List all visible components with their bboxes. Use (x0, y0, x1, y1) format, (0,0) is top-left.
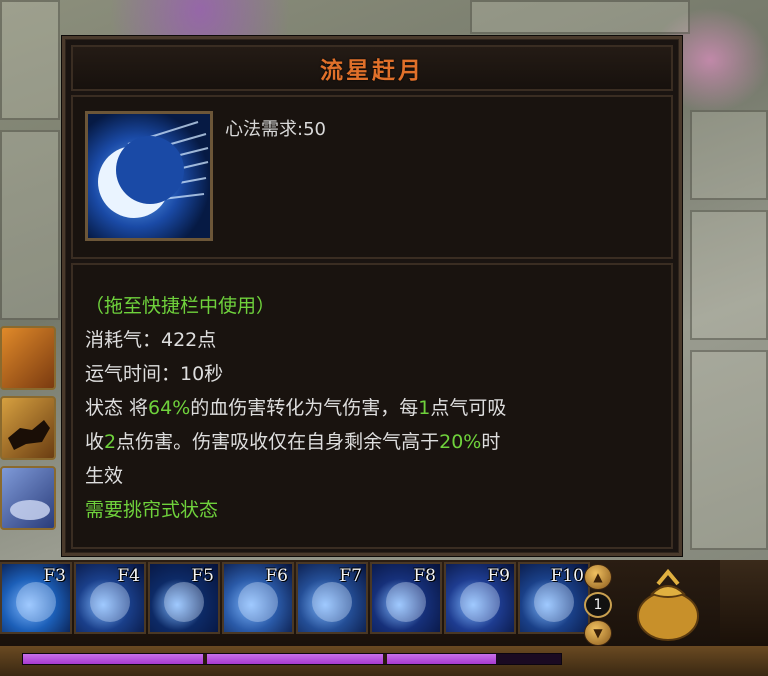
comet-icon (460, 582, 500, 622)
hotbar-key-label: F5 (191, 566, 214, 586)
hotbar-right-ornament (720, 560, 768, 646)
hotbar-key-label: F7 (339, 566, 362, 586)
status-percent: 64% (148, 397, 191, 419)
side-skill-hand-icon[interactable] (0, 466, 56, 530)
floor-tile (470, 0, 690, 34)
hotbar-slot-f9[interactable]: F9 (444, 562, 516, 634)
floor-tile (690, 210, 768, 340)
hotbar-slot-f8[interactable]: F8 (370, 562, 442, 634)
crescent-moon-icon (85, 111, 213, 241)
hotbar-slot-f3[interactable]: F3 (0, 562, 72, 634)
requirement-text: 心法需求:50 (225, 119, 326, 140)
hotbar-slot-f6[interactable]: F6 (222, 562, 294, 634)
hotbar-page-control: ▲ 1 ▼ (582, 562, 614, 646)
page-down-button[interactable]: ▼ (584, 620, 612, 646)
status-text: 点伤害。伤害吸收仅在自身剩余气高于 (116, 431, 440, 453)
hotbar-key-label: F10 (550, 566, 584, 586)
status-percent: 20% (439, 431, 482, 453)
mana-bar (22, 653, 562, 665)
cast-time-line: 运气时间：10秒 (85, 363, 224, 385)
floor-tile (690, 110, 768, 200)
status-text: 时 (481, 431, 501, 453)
skill-tooltip: 流星赶月 心法需求:50 （拖至快捷栏中使用） 消耗气：422点 运气时间：10… (62, 36, 682, 556)
crescent-moon-icon (16, 582, 56, 622)
status-line-1: 状态 将64%的血伤害转化为气伤害，每1点气可吸 (85, 391, 657, 425)
lightning-sword-icon (238, 582, 278, 622)
usage-hint: （拖至快捷栏中使用） (85, 295, 276, 317)
floor-tile (0, 130, 60, 320)
floor-tile (0, 0, 60, 120)
pointing-finger-icon (312, 582, 352, 622)
hotbar-key-label: F3 (43, 566, 66, 586)
stance-requirement: 需要挑帘式状态 (85, 499, 219, 521)
status-text: 的血伤害转化为气伤害，每 (190, 397, 419, 419)
hotbar-key-label: F9 (487, 566, 510, 586)
cost-line: 消耗气：422点 (85, 329, 217, 351)
tooltip-header-panel: 心法需求:50 (71, 95, 673, 259)
energy-burst-icon (386, 582, 426, 622)
skill-title: 流星赶月 (320, 57, 424, 84)
status-text: 点气可吸 (430, 397, 507, 419)
mana-bar-divider (203, 654, 207, 664)
blue-orb-icon (164, 582, 204, 622)
status-number: 2 (104, 431, 117, 453)
mana-bar-fill (23, 654, 497, 664)
hotbar-page-number: 1 (584, 592, 612, 618)
status-number: 1 (418, 397, 431, 419)
hotbar-slot-f7[interactable]: F7 (296, 562, 368, 634)
hotbar-key-label: F6 (265, 566, 288, 586)
page-up-button[interactable]: ▲ (584, 564, 612, 590)
spirit-figure-icon (534, 582, 574, 622)
hotbar-key-label: F4 (117, 566, 140, 586)
tooltip-description-panel: （拖至快捷栏中使用） 消耗气：422点 运气时间：10秒 状态 将64%的血伤害… (71, 263, 673, 549)
hotbar-slot-f5[interactable]: F5 (148, 562, 220, 634)
status-line-3: 生效 (85, 465, 124, 487)
skill-hotbar: F3 F4 F5 F6 F7 F8 F9 F10 ▲ 1 ▼ (0, 560, 768, 676)
hotbar-key-label: F8 (413, 566, 436, 586)
status-text: 状态 将 (85, 397, 149, 419)
status-text: 收 (85, 431, 105, 453)
mana-bar-divider (383, 654, 387, 664)
tooltip-title-bar: 流星赶月 (71, 45, 673, 91)
warrior-leap-icon (90, 582, 130, 622)
side-skill-wolf-icon[interactable] (0, 396, 56, 460)
hotbar-slot-f4[interactable]: F4 (74, 562, 146, 634)
floor-tile (690, 350, 768, 550)
status-line-2: 收2点伤害。伤害吸收仅在自身剩余气高于20%时 (85, 425, 657, 459)
inventory-bag-icon[interactable] (628, 564, 708, 644)
side-skill-flame-icon[interactable] (0, 326, 56, 390)
hotbar-slot-f10[interactable]: F10 (518, 562, 590, 634)
